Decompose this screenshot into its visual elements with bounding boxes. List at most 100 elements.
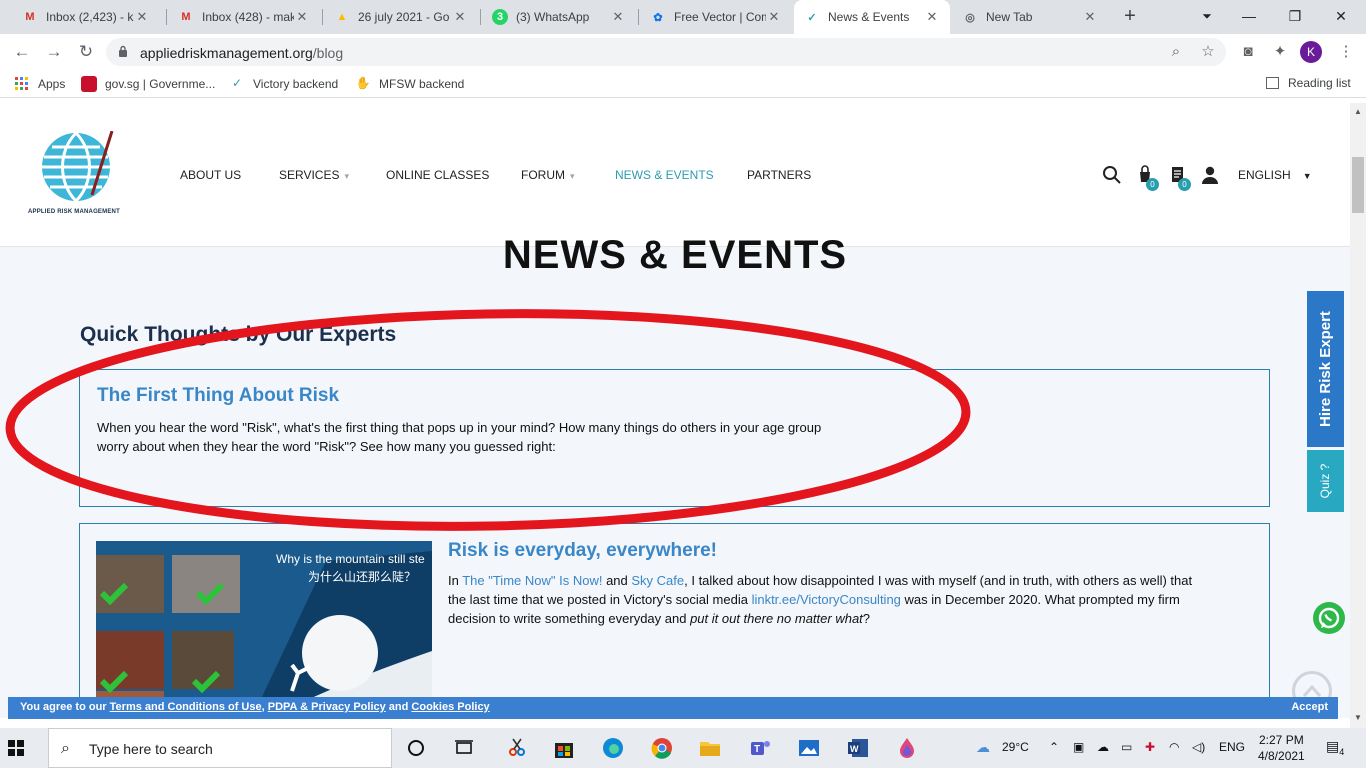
site-icon: ✓ <box>807 11 817 24</box>
accept-cookies-button[interactable]: Accept <box>1291 701 1328 713</box>
search-icon: ⌕ <box>61 740 70 757</box>
file-explorer-icon[interactable] <box>698 736 722 760</box>
bookmark-victory[interactable]: ✓ Victory backend <box>229 76 338 92</box>
close-icon[interactable]: ✕ <box>766 9 782 25</box>
reading-list[interactable]: Reading list <box>1266 76 1351 90</box>
input-language[interactable]: ENG <box>1219 740 1245 754</box>
nav-about-us[interactable]: ABOUT US <box>180 168 241 182</box>
tab-whatsapp[interactable]: 3 (3) WhatsApp ✕ <box>482 0 636 34</box>
battery-icon[interactable]: ▭ <box>1121 740 1132 754</box>
tab-divider <box>166 9 167 25</box>
zoom-icon[interactable]: ⌕ <box>1166 42 1186 62</box>
quiz-tab[interactable]: Quiz ? <box>1307 450 1344 512</box>
close-icon[interactable]: ✕ <box>1082 9 1098 25</box>
user-icon[interactable] <box>1200 165 1220 185</box>
hire-risk-expert-tab[interactable]: Hire Risk Expert <box>1307 291 1344 447</box>
volume-icon[interactable]: ◁) <box>1192 740 1205 754</box>
close-window-icon[interactable]: ✕ <box>1318 0 1364 34</box>
drive-icon: ▲ <box>336 11 348 23</box>
meet-now-icon[interactable]: ▣ <box>1073 740 1084 754</box>
post-thumbnail[interactable]: Why is the mountain still ste 为什么山还那么陡？ <box>96 541 432 718</box>
link-linktree[interactable]: linktr.ee/VictoryConsulting <box>752 592 901 607</box>
victory-icon: ✓ <box>231 76 243 90</box>
cart-count-badge: 0 <box>1146 178 1159 191</box>
nav-services[interactable]: SERVICES ▾ <box>279 168 349 182</box>
system-clock[interactable]: 2:27 PM 4/8/2021 <box>1258 732 1305 764</box>
wifi-icon[interactable]: ◠ <box>1169 740 1179 754</box>
link-sky-cafe[interactable]: Sky Cafe <box>631 573 684 588</box>
nav-label: ABOUT US <box>180 168 242 182</box>
scroll-up-icon[interactable]: ▲ <box>1354 107 1362 116</box>
bookmark-apps[interactable]: Apps <box>14 76 65 92</box>
tab-gmail-2[interactable]: M Inbox (428) - mak ✕ <box>168 0 320 34</box>
close-icon[interactable]: ✕ <box>924 9 940 25</box>
profile-avatar[interactable]: K <box>1300 41 1322 63</box>
cortana-icon[interactable] <box>404 736 428 760</box>
language-select[interactable]: ENGLISH ▼ <box>1238 168 1312 182</box>
weather-temp[interactable]: 29°C <box>1002 740 1029 754</box>
address-bar[interactable]: appliedriskmanagement.org/blog ⌕ ☆ <box>106 38 1226 66</box>
image-caption-zh: 为什么山还那么陡？ <box>308 570 416 584</box>
taskbar-search[interactable]: ⌕ Type here to search <box>48 728 392 768</box>
windows-start-icon[interactable] <box>8 740 24 756</box>
close-icon[interactable]: ✕ <box>134 9 150 25</box>
weather-icon[interactable]: ☁ <box>976 739 990 756</box>
back-icon[interactable]: ← <box>10 40 34 64</box>
onedrive-icon[interactable]: ☁ <box>1097 740 1109 754</box>
nav-forum[interactable]: FORUM ▾ <box>521 168 575 182</box>
tab-title: Free Vector | Com <box>674 10 766 24</box>
close-icon[interactable]: ✕ <box>610 9 626 25</box>
nav-label: PARTNERS <box>747 168 812 182</box>
reload-icon[interactable]: ↻ <box>74 40 98 64</box>
task-view-icon[interactable] <box>452 736 476 760</box>
close-icon[interactable]: ✕ <box>294 9 310 25</box>
link-time-now[interactable]: The "Time Now" Is Now! <box>462 573 602 588</box>
camera-icon[interactable]: ◙ <box>1238 42 1258 62</box>
paint-icon[interactable] <box>895 736 919 760</box>
extensions-icon[interactable]: ✦ <box>1270 42 1290 62</box>
scrollbar-thumb[interactable] <box>1352 157 1364 213</box>
forward-icon[interactable]: → <box>42 40 66 64</box>
photos-icon[interactable] <box>797 736 821 760</box>
tab-news-events[interactable]: ✓ News & Events ✕ <box>794 0 950 34</box>
nav-partners[interactable]: PARTNERS <box>747 168 811 182</box>
page-scrollbar[interactable]: ▲ ▼ <box>1350 103 1366 728</box>
tab-search-icon[interactable]: ⏷ <box>1184 0 1230 34</box>
tab-new-tab[interactable]: ◎ New Tab ✕ <box>952 0 1108 34</box>
cookies-policy-link[interactable]: Cookies Policy <box>411 701 489 713</box>
chevron-up-icon[interactable]: ⌃ <box>1049 740 1059 754</box>
tab-gmail-1[interactable]: M Inbox (2,423) - ka ✕ <box>12 0 160 34</box>
nav-online-classes[interactable]: ONLINE CLASSES <box>386 168 489 182</box>
store-icon[interactable] <box>552 736 576 760</box>
site-logo[interactable]: APPLIED RISK MANAGEMENT <box>28 130 134 217</box>
edge-icon[interactable] <box>601 736 625 760</box>
snipping-tool-icon[interactable] <box>505 736 529 760</box>
whatsapp-icon[interactable] <box>1313 602 1345 634</box>
chrome-icon[interactable] <box>650 736 674 760</box>
bookmark-mfsw[interactable]: ✋ MFSW backend <box>355 76 465 92</box>
new-tab-button[interactable]: + <box>1118 5 1142 29</box>
windows-taskbar: ⌕ Type here to search T W ☁ 29°C ⌃ ▣ ☁ ▭… <box>0 728 1366 768</box>
minimize-icon[interactable]: — <box>1226 0 1272 34</box>
teams-icon[interactable]: T <box>748 736 772 760</box>
nav-news-events[interactable]: NEWS & EVENTS <box>615 168 714 182</box>
bookmark-govsg[interactable]: gov.sg | Governme... <box>81 76 215 92</box>
bookmark-star-icon[interactable]: ☆ <box>1198 42 1218 62</box>
tab-freepik[interactable]: ✿ Free Vector | Com ✕ <box>640 0 792 34</box>
scroll-down-icon[interactable]: ▼ <box>1354 713 1362 722</box>
post-card-risk-everyday[interactable]: Why is the mountain still ste 为什么山还那么陡？ … <box>79 523 1270 718</box>
menu-icon[interactable]: ⋮ <box>1336 42 1356 62</box>
word-icon[interactable]: W <box>846 736 870 760</box>
bookmark-label: Apps <box>38 77 66 91</box>
tab-title: New Tab <box>986 10 1033 24</box>
security-icon[interactable]: ✚ <box>1145 740 1155 754</box>
notifications-icon[interactable]: ▤4 <box>1326 738 1344 757</box>
terms-link[interactable]: Terms and Conditions of Use <box>110 701 262 713</box>
tab-drive[interactable]: ▲ 26 july 2021 - Go ✕ <box>324 0 478 34</box>
search-icon[interactable] <box>1102 165 1122 185</box>
reading-list-label: Reading list <box>1288 76 1351 90</box>
privacy-link[interactable]: PDPA & Privacy Policy <box>268 701 386 713</box>
close-icon[interactable]: ✕ <box>452 9 468 25</box>
tab-title: 26 july 2021 - Go <box>358 10 450 24</box>
restore-icon[interactable]: ❐ <box>1272 0 1318 34</box>
